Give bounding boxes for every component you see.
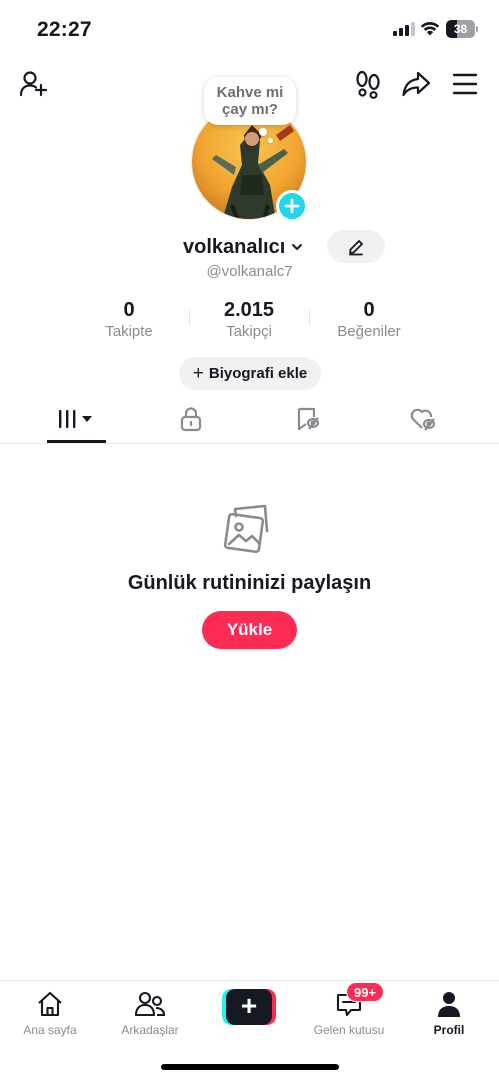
nav-home-label: Ana sayfa [23, 1023, 77, 1037]
lock-icon [180, 407, 202, 432]
plus-icon [284, 198, 300, 214]
followers-label: Takipçi [226, 323, 272, 340]
chevron-down-icon [292, 244, 303, 250]
tab-liked[interactable] [393, 396, 453, 442]
battery-percent: 38 [453, 22, 468, 36]
hamburger-menu-icon [452, 73, 478, 95]
videos-grid-icon [59, 410, 92, 428]
photos-icon [223, 504, 269, 554]
friends-icon [134, 991, 166, 1017]
nav-friends[interactable]: Arkadaşlar [105, 987, 195, 1037]
profile-icon [438, 992, 460, 1017]
create-button[interactable]: + [222, 989, 276, 1025]
liked-heart-icon [410, 408, 436, 431]
nav-profile-label: Profil [433, 1023, 465, 1037]
note-bubble-dot [268, 138, 273, 143]
followers-stat[interactable]: 2.015 Takipçi [189, 298, 309, 340]
status-time: 22:27 [37, 18, 92, 41]
pencil-icon [349, 239, 363, 255]
likes-count: 0 [363, 299, 375, 321]
inbox-badge: 99+ [346, 982, 385, 1002]
empty-state-title: Günlük rutininizi paylaşın [127, 572, 372, 594]
note-bubble-dot [259, 128, 267, 136]
username: @volkanalc7 [206, 263, 293, 280]
share-icon [402, 71, 431, 97]
plus-icon: + [192, 363, 204, 384]
note-bubble[interactable]: Kahve mi çay mı? [204, 77, 296, 125]
nav-friends-label: Arkadaşlar [121, 1023, 179, 1037]
footprint-icon [356, 70, 380, 99]
share-profile-button[interactable] [400, 68, 432, 100]
following-count: 0 [123, 299, 135, 321]
display-name: volkanalıcı [183, 235, 286, 258]
nav-profile[interactable]: Profil [404, 987, 494, 1037]
profile-tabs [0, 396, 499, 444]
nav-inbox-label: Gelen kutusu [313, 1023, 385, 1037]
status-bar: 22:27 38 [0, 0, 499, 58]
account-switcher[interactable]: volkanalıcı [183, 234, 303, 260]
add-story-button[interactable] [276, 190, 308, 222]
tab-saved[interactable] [278, 396, 338, 442]
nav-home[interactable]: Ana sayfa [5, 987, 95, 1037]
add-bio-label: Biyografi ekle [208, 365, 308, 382]
cellular-signal-icon [393, 22, 415, 36]
likes-stat[interactable]: 0 Beğeniler [309, 298, 429, 340]
edit-profile-button[interactable] [327, 230, 385, 263]
likes-label: Beğeniler [337, 323, 401, 340]
following-label: Takipte [105, 323, 153, 340]
upload-button[interactable]: Yükle [202, 611, 297, 649]
add-user-icon [19, 71, 48, 97]
tab-private[interactable] [161, 396, 221, 442]
home-icon [38, 991, 62, 1017]
following-stat[interactable]: 0 Takipte [69, 298, 189, 340]
battery-icon: 38 [446, 20, 478, 38]
home-indicator [161, 1064, 339, 1070]
profile-views-button[interactable] [352, 68, 384, 100]
add-friend-button[interactable] [17, 68, 49, 100]
menu-button[interactable] [449, 68, 481, 100]
tab-videos[interactable] [46, 396, 106, 442]
saved-icon [297, 407, 320, 431]
create-plus-icon: + [226, 989, 272, 1025]
wifi-icon [420, 21, 440, 36]
add-bio-button[interactable]: + Biyografi ekle [179, 357, 321, 390]
followers-count: 2.015 [223, 299, 275, 321]
active-tab-indicator [47, 440, 106, 443]
